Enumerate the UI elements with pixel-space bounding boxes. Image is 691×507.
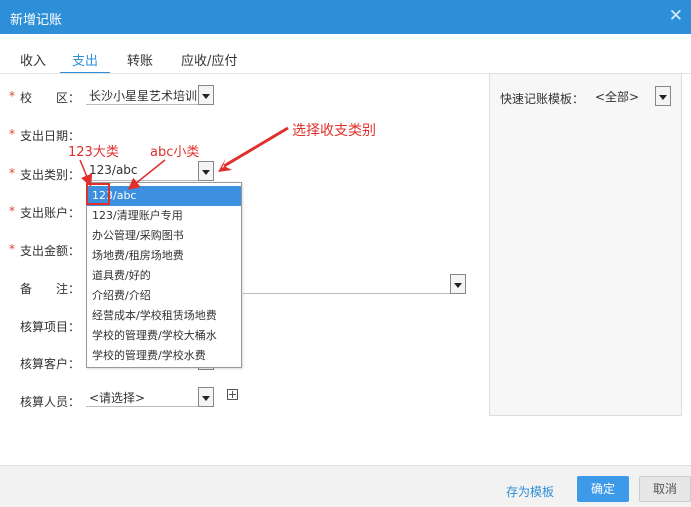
quick-template-select[interactable]: <全部> [592, 84, 671, 106]
quick-template-label: 快速记账模板： [500, 92, 585, 106]
save-template-button[interactable]: 存为模板 [506, 483, 554, 500]
ok-button[interactable]: 确定 [577, 476, 629, 502]
arrow-major [79, 159, 93, 187]
cancel-button[interactable]: 取消 [639, 476, 691, 502]
arrow-minor [127, 159, 166, 190]
dialog-footer: 存为模板 确定 取消 [0, 465, 691, 507]
quick-template-panel: 快速记账模板： <全部> [489, 73, 682, 416]
chevron-down-icon[interactable] [655, 86, 671, 106]
quick-template-value: <全部> [595, 90, 640, 104]
